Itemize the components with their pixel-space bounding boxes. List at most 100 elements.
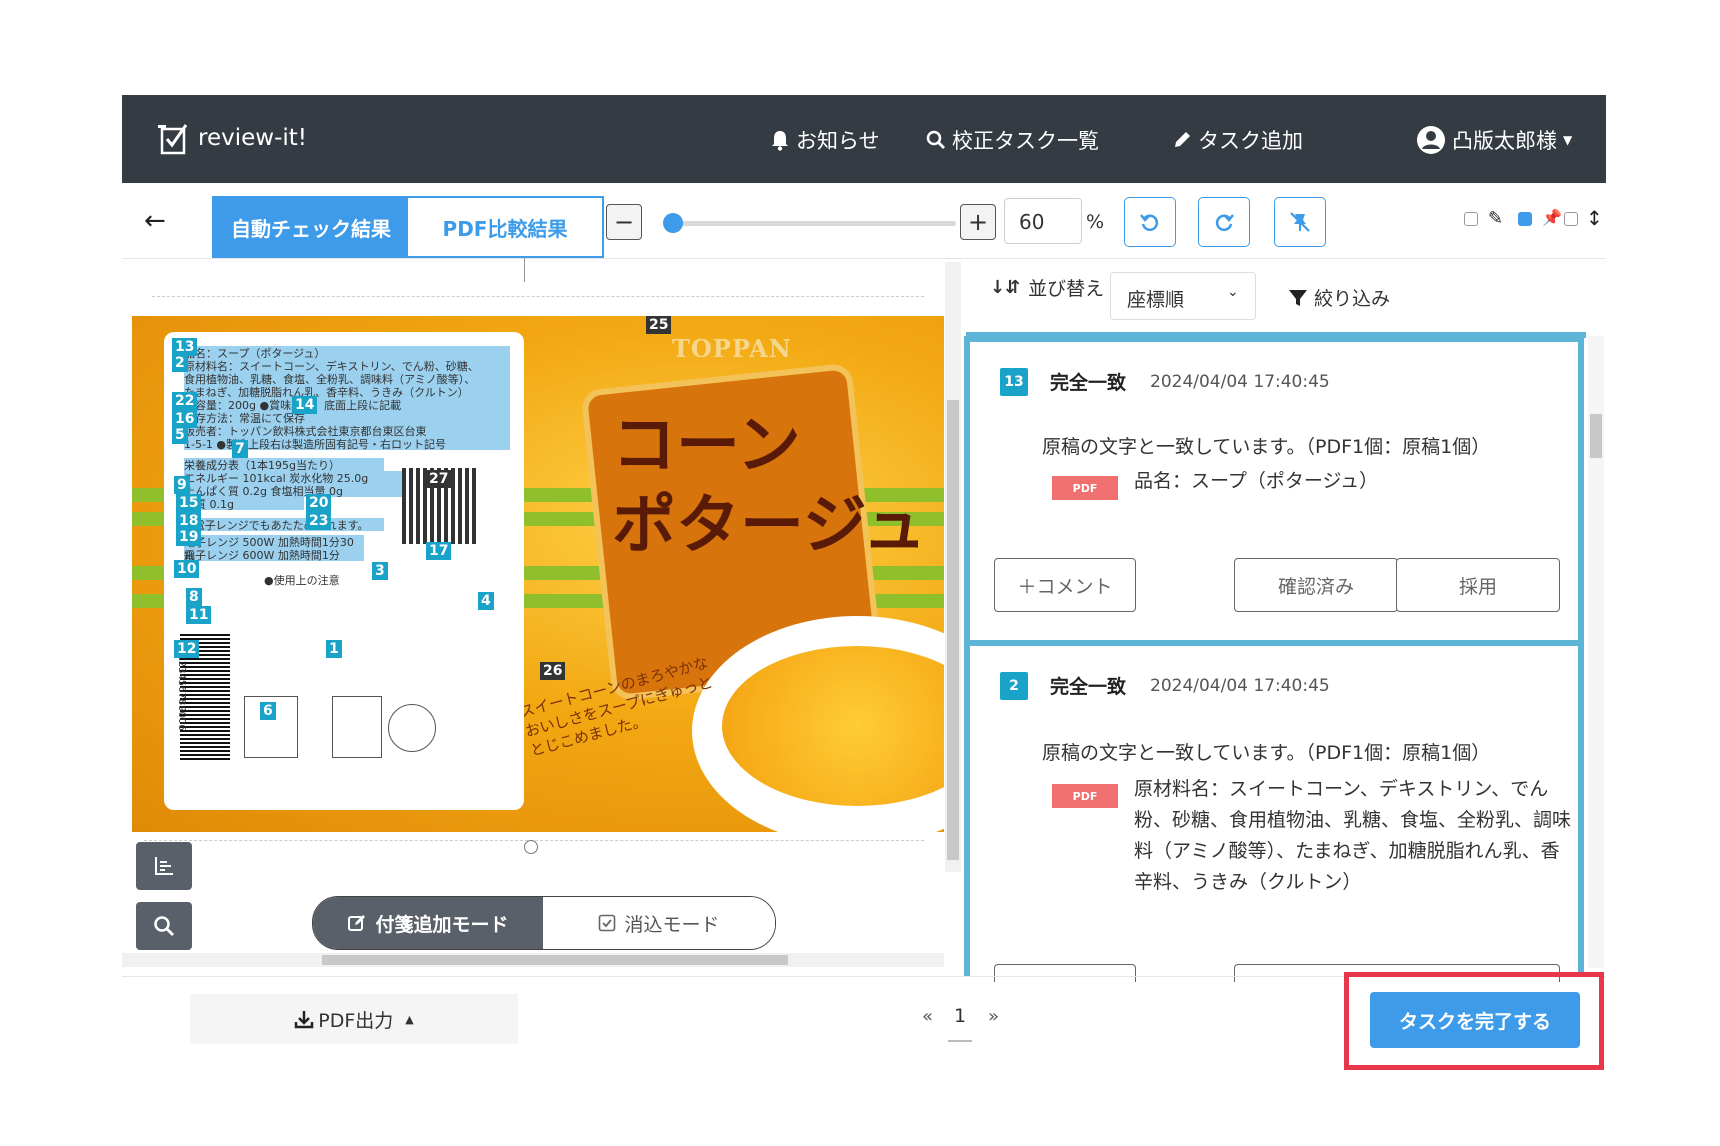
zoom-slider[interactable] [664,221,956,226]
nav-notifications[interactable]: お知らせ [770,125,880,155]
result-card[interactable]: 2 完全一致 2024/04/04 17:40:45 原稿の文字と一致しています… [964,640,1584,982]
result-content: 原材料名：スイートコーン、デキストリン、でん粉、砂糖、食用植物油、乳糖、食塩、全… [1134,778,1572,893]
marker-9[interactable]: 9 [174,476,190,494]
check-off-mode-button[interactable]: 消込モード [543,897,775,949]
zoom-in-button[interactable]: + [960,204,996,240]
pen-icon: ✎ [1488,208,1504,229]
bleed-line [152,296,924,298]
tab-auto-check[interactable]: 自動チェック結果 [214,198,408,256]
label-line[interactable]: 原材料名：スイートコーン、デキストリン、でん粉、砂糖、 [184,359,510,373]
marker-11[interactable]: 11 [186,606,212,624]
marker-8[interactable]: 8 [186,588,202,606]
hide-markers-button[interactable] [1274,197,1326,247]
pdf-badge: PDF [1052,476,1118,500]
pin-icon: 📌 [1542,208,1562,227]
label-line[interactable]: たまねぎ、加糖脱脂れん乳、香辛料、うきみ（クルトン） [184,385,510,399]
rotate-right-button[interactable] [1198,197,1250,247]
rotate-left-button[interactable] [1124,197,1176,247]
pager-current-page[interactable]: 1 [948,1000,972,1042]
marker-3[interactable]: 3 [372,562,388,580]
label-line[interactable]: 内容量：200g ●賞味期限：底面上段に記載 [184,398,510,412]
label-line[interactable]: 品名：スープ（ポタージュ） [184,346,510,360]
label-line[interactable]: 栄養成分表（1本195g当たり） [184,458,384,472]
filter-sort-checkbox[interactable] [1564,212,1578,226]
zoom-slider-handle[interactable] [662,213,683,233]
viewer-search-button[interactable] [136,902,192,950]
marker-27[interactable]: 27 [426,470,452,488]
add-comment-button[interactable]: ＋コメント [994,558,1136,612]
pager-prev[interactable]: « [922,1006,933,1027]
viewer-horizontal-scroll-thumb[interactable] [322,955,788,965]
sticky-note-mode-button[interactable]: 付箋追加モード [313,897,543,949]
viewer-vertical-scroll-thumb[interactable] [947,400,959,860]
sort-control[interactable]: ↓⇵ 並び替え [990,274,1104,301]
label-line[interactable]: 保存方法：常温にて保存 [184,411,510,425]
marker-5[interactable]: 5 [172,426,188,444]
marker-22[interactable]: 22 [172,392,198,410]
filter-pen-checkbox[interactable] [1464,212,1478,226]
label-line[interactable]: 販売者：トッパン飲料株式会社東京都台東区台東 [184,424,510,438]
label-line[interactable]: ●使用上の注意 [184,573,510,588]
marker-6[interactable]: 6 [260,702,276,720]
filter-icon [1289,289,1307,306]
label-line[interactable]: ●電子レンジでもあたためられます。 [184,518,384,532]
zoom-input[interactable]: 60 [1004,198,1082,244]
rotate-left-icon [1140,214,1159,231]
result-status: 完全一致 [1050,372,1127,394]
sort-select-value: 座標順 [1127,289,1185,311]
marker-10[interactable]: 10 [174,560,200,578]
marker-4[interactable]: 4 [478,592,494,610]
pdf-output-button[interactable]: PDF出力 ▲ [190,994,518,1044]
marker-23[interactable]: 23 [306,512,332,530]
brand-name: TOPPAN [672,334,792,363]
logo-icon [158,124,188,155]
label-line[interactable]: 食用植物油、乳糖、食塩、全粉乳、調味料（アミノ酸等）、 [184,372,510,386]
result-card[interactable]: 13 完全一致 2024/04/04 17:40:45 原稿の文字と一致していま… [964,336,1584,646]
marker-17[interactable]: 17 [426,542,452,560]
label-line[interactable]: たんぱく質 0.2g 食塩相当量 0g [184,484,424,498]
product-label: 品名：スープ（ポタージュ） 原材料名：スイートコーン、デキストリン、でん粉、砂糖… [164,332,524,810]
tab-pdf-compare[interactable]: PDF比較結果 [408,198,602,256]
caret-down-icon: ▼ [1563,133,1573,147]
list-view-button[interactable] [136,842,192,890]
label-line[interactable]: 電子レンジ 500W 加熱時間1分30秒 [184,535,364,564]
complete-task-button[interactable]: タスクを完了する [1370,992,1580,1048]
filter-control[interactable]: 絞り込み [1288,284,1390,311]
nav-add-task[interactable]: タスク追加 [1172,125,1303,155]
result-tabs: 自動チェック結果 PDF比較結果 [212,196,604,258]
sort-select[interactable]: 座標順 ⌄ [1110,272,1256,320]
results-vertical-scroll-thumb[interactable] [1590,414,1602,458]
marker-25[interactable]: 25 [646,316,672,334]
adopt-button[interactable]: 採用 [1396,558,1560,612]
checkbox-icon [599,914,616,932]
pager-next[interactable]: » [988,1006,999,1027]
back-arrow-icon[interactable]: ← [144,206,166,236]
label-line[interactable]: 脂質 0.1g [184,497,304,511]
nav-task-list[interactable]: 校正タスク一覧 [926,125,1099,155]
package-image[interactable]: TOPPAN コーン ポタージュ スイートコーンのまろやかなおいしさをスープにぎ… [132,316,944,832]
marker-12[interactable]: 12 [174,640,200,658]
label-line[interactable]: 電子レンジ 600W 加熱時間1分 [184,548,364,562]
result-message: 原稿の文字と一致しています。（PDF1個：原稿1個） [1042,436,1491,458]
marker-20[interactable]: 20 [306,494,332,512]
pdf-badge: PDF [1052,784,1118,808]
marker-26[interactable]: 26 [540,662,566,680]
app-logo[interactable]: review-it! [158,121,307,155]
marker-14[interactable]: 14 [292,396,318,414]
add-comment-button[interactable] [994,964,1136,982]
user-menu[interactable]: 凸版太郎様 ▼ [1416,125,1572,155]
result-number: 13 [1000,368,1028,396]
result-status: 完全一致 [1050,676,1127,698]
marker-2[interactable]: 2 [172,354,188,372]
filter-pin-checkbox[interactable] [1518,212,1532,226]
marker-7[interactable]: 7 [232,440,248,458]
zoom-out-button[interactable]: − [606,204,642,240]
result-timestamp: 2024/04/04 17:40:45 [1150,676,1330,696]
label-line[interactable]: エネルギー 101kcal 炭水化物 25.0g [184,471,424,485]
marker-19[interactable]: 19 [176,528,202,546]
user-avatar-icon [1417,126,1445,154]
confirmed-button[interactable]: 確認済み [1234,558,1398,612]
filter-label: 絞り込み [1314,288,1391,310]
marker-15[interactable]: 15 [176,494,202,512]
marker-1[interactable]: 1 [326,640,342,658]
